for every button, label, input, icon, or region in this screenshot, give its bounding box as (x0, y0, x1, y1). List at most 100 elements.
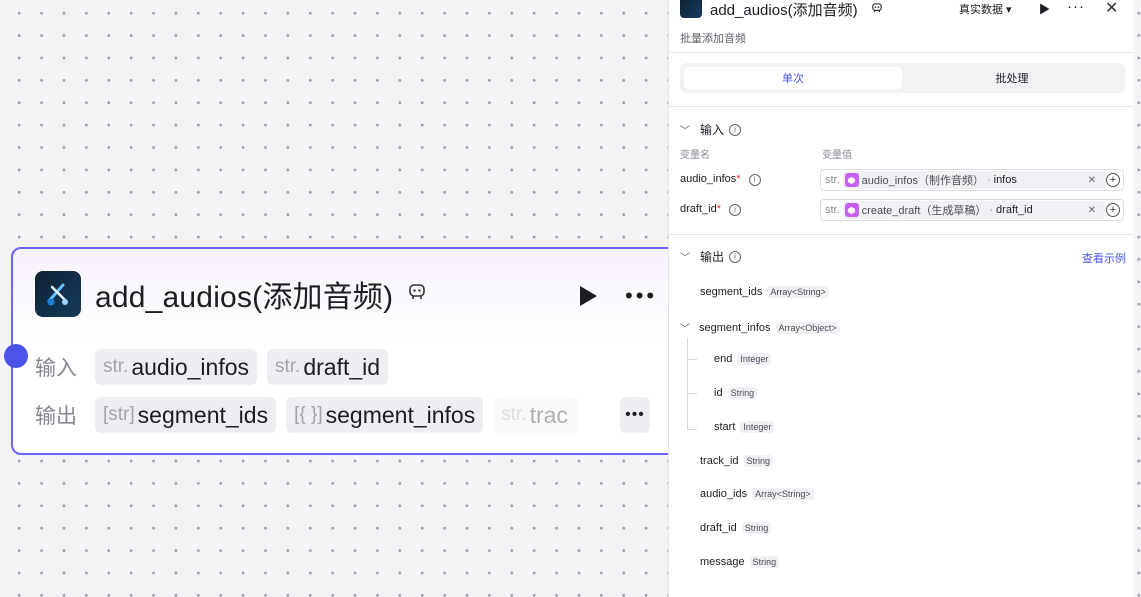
type-badge: Array<String> (752, 488, 814, 500)
type-tag: str. (103, 356, 129, 377)
reference-node-name: create_draft（生成草稿） (861, 205, 987, 217)
reference-field: infos (993, 174, 1017, 186)
type-tag: str. (825, 174, 840, 186)
type-badge: Integer (740, 421, 775, 433)
output-item: end Integer (714, 353, 772, 365)
variable-value-field[interactable]: str. create_draft（生成草稿） · draft_id ✕ + (820, 199, 1124, 221)
divider (669, 52, 1133, 53)
column-header-name: 变量名 (680, 150, 710, 161)
node-reference-icon (844, 173, 859, 187)
input-section-header[interactable]: ﹀ 输入 i (680, 121, 742, 138)
test-run-icon[interactable] (1039, 2, 1050, 20)
music-cut-icon (47, 283, 68, 306)
reference-separator: · (989, 204, 994, 216)
chevron-down-icon[interactable]: ﹀ (680, 122, 690, 137)
node-title: add_audios(添加音频) (95, 281, 394, 314)
plugin-logo (35, 271, 81, 317)
output-name: end (714, 353, 733, 365)
output-name: audio_ids (700, 488, 748, 500)
info-icon: i (748, 174, 761, 186)
type-badge: Integer (737, 353, 772, 365)
more-options-icon[interactable]: ••• (625, 283, 657, 309)
clear-icon[interactable]: ✕ (1088, 175, 1096, 186)
variable-value-field[interactable]: str. audio_infos（制作音频） · infos ✕ + (820, 169, 1124, 191)
tree-line (687, 429, 697, 430)
tree-line (687, 338, 688, 430)
type-tag: [str] (103, 404, 135, 425)
more-options-icon[interactable]: ··· (1067, 0, 1085, 15)
required-mark: * (716, 203, 721, 215)
node-config-panel: add_audios(添加音频) 真实数据 ▾ ··· ✕ 批量添加音频 单次 … (668, 0, 1133, 597)
type-tag: [{ }] (294, 404, 323, 425)
param-name: segment_infos (325, 401, 476, 428)
output-item: ﹀ segment_infos Array<Object> (680, 320, 840, 335)
info-icon: i (729, 250, 742, 263)
param-name: segment_ids (137, 401, 269, 428)
tree-line (687, 359, 697, 360)
info-icon: i (729, 123, 742, 136)
panel-description: 批量添加音频 (680, 33, 746, 45)
type-badge: String (743, 455, 774, 467)
output-item: message String (700, 556, 780, 568)
type-badge: Array<Object> (775, 321, 840, 334)
output-section-header[interactable]: ﹀ 输出 i (680, 248, 742, 265)
param-name: draft_id (303, 353, 381, 380)
output-item: draft_id String (700, 522, 772, 534)
output-pill: str. trac (493, 397, 580, 433)
output-item: track_id String (700, 455, 774, 467)
node-outputs-row: 输出 [str] segment_ids [{ }] segment_infos… (35, 397, 589, 433)
info-icon: i (729, 204, 742, 216)
output-name: draft_id (700, 522, 737, 534)
output-name: message (700, 556, 745, 568)
add-circle-icon[interactable]: + (1106, 203, 1120, 217)
chevron-down-icon[interactable]: ﹀ (680, 249, 690, 264)
data-mode-dropdown[interactable]: 真实数据 ▾ (959, 1, 1012, 17)
clear-icon[interactable]: ✕ (1088, 205, 1096, 216)
input-pill: str. draft_id (267, 349, 389, 385)
type-tag: str. (825, 204, 840, 216)
output-name: id (714, 387, 723, 399)
reference-separator: · (986, 174, 991, 186)
chevron-down-icon[interactable]: ﹀ (680, 320, 690, 335)
output-name: segment_ids (700, 286, 763, 298)
output-item: start Integer (714, 421, 775, 433)
param-name: trac (529, 401, 568, 428)
add-circle-icon[interactable]: + (1106, 173, 1120, 187)
output-pill: [str] segment_ids (95, 397, 277, 433)
type-tag: str. (275, 356, 301, 377)
tree-line (687, 393, 697, 394)
close-icon[interactable]: ✕ (1105, 0, 1118, 18)
input-port[interactable] (4, 344, 28, 368)
column-header-value: 变量值 (822, 150, 852, 161)
show-more-outputs-button[interactable]: ••• (620, 397, 650, 433)
type-badge: Array<String> (767, 286, 829, 298)
type-badge: String (741, 522, 772, 534)
plugin-icon (871, 1, 883, 19)
node-reference-icon (844, 203, 859, 217)
param-name: audio_infos (131, 353, 249, 380)
output-name: segment_infos (699, 321, 771, 334)
variable-reference[interactable]: audio_infos（制作音频） · infos ✕ (842, 171, 1106, 189)
output-pill: [{ }] segment_infos (286, 397, 484, 433)
run-mode-tabs: 单次 批处理 (680, 63, 1125, 93)
node-inputs-row: 输入 str. audio_infos str. draft_id (35, 349, 398, 385)
workflow-node-add-audios[interactable]: add_audios(添加音频) ••• 输入 str. audio_infos… (4, 247, 711, 455)
output-name: start (714, 421, 736, 433)
type-tag: str. (501, 404, 527, 425)
run-icon[interactable] (578, 285, 598, 312)
variable-reference[interactable]: create_draft（生成草稿） · draft_id ✕ (842, 201, 1106, 219)
variable-name: audio_infos* i (680, 173, 761, 186)
variable-label: draft_id (680, 203, 717, 215)
plugin-logo (680, 0, 702, 18)
input-section-title: 输入 (700, 123, 725, 137)
inputs-label: 输入 (35, 357, 77, 380)
divider (669, 234, 1133, 235)
output-item: segment_ids Array<String> (700, 286, 829, 298)
tab-single[interactable]: 单次 (684, 67, 902, 89)
output-item: id String (714, 387, 758, 399)
output-item: audio_ids Array<String> (700, 488, 814, 500)
variable-name: draft_id* i (680, 203, 742, 216)
view-example-link[interactable]: 查看示例 (1082, 250, 1126, 266)
tab-batch[interactable]: 批处理 (903, 67, 1121, 89)
reference-node-name: audio_infos（制作音频） (861, 175, 984, 187)
